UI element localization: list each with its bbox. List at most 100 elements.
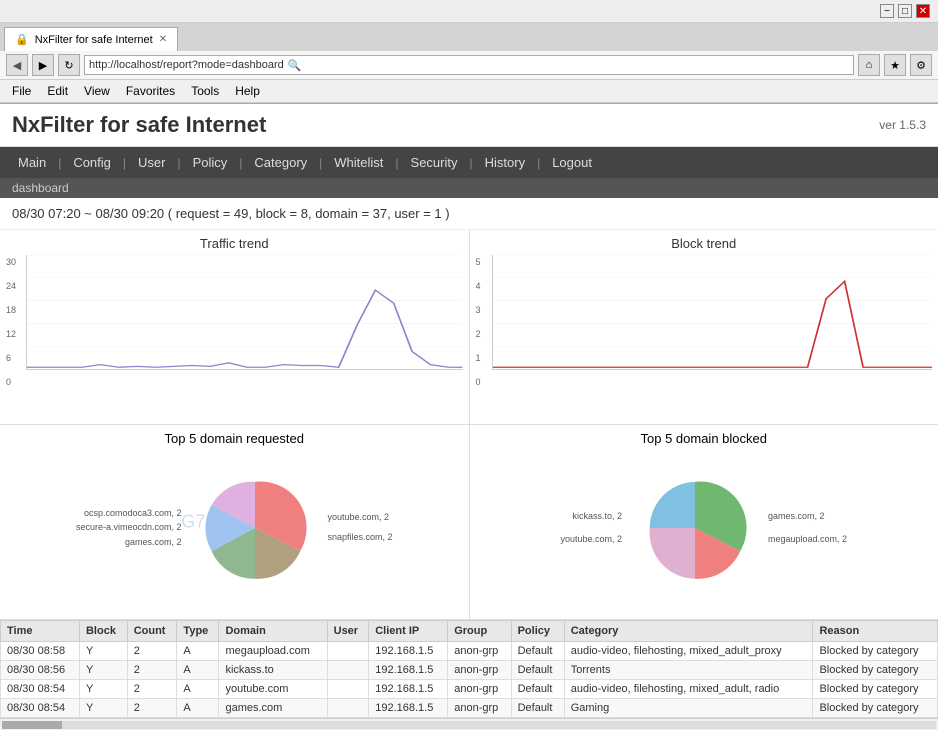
- traffic-chart-title: Traffic trend: [6, 236, 463, 251]
- table-cell: anon-grp: [448, 680, 511, 699]
- nav-logout[interactable]: Logout: [542, 147, 602, 178]
- table-cell: Blocked by category: [813, 661, 938, 680]
- block-y-5: 5: [476, 257, 490, 267]
- table-cell: [327, 699, 369, 718]
- col-category: Category: [564, 621, 813, 642]
- table-cell: [327, 680, 369, 699]
- pie-label-games: games.com, 2: [76, 535, 182, 549]
- nav-config[interactable]: Config: [63, 147, 121, 178]
- menu-help[interactable]: Help: [227, 82, 268, 100]
- table-cell: Blocked by category: [813, 680, 938, 699]
- menu-view[interactable]: View: [76, 82, 118, 100]
- block-chart-title: Block trend: [476, 236, 933, 251]
- menu-edit[interactable]: Edit: [39, 82, 76, 100]
- table-cell: anon-grp: [448, 699, 511, 718]
- address-text: http://localhost/report?mode=dashboard: [89, 59, 284, 71]
- traffic-x-labels: 07:25 07:30 07:35 07:40 07:45 07:50 07:5…: [26, 370, 463, 400]
- table-cell: Y: [79, 699, 127, 718]
- block-y-2: 2: [476, 329, 490, 339]
- menu-favorites[interactable]: Favorites: [118, 82, 183, 100]
- pie-label-youtube-blocked: youtube.com, 2: [560, 528, 622, 551]
- charts-row: Traffic trend 30 24 18 12 6 0: [0, 230, 938, 425]
- col-client-ip: Client IP: [369, 621, 448, 642]
- block-y-1: 1: [476, 353, 490, 363]
- table-cell: 08/30 08:54: [1, 699, 80, 718]
- top-domain-title: Top 5 domain requested: [6, 431, 463, 446]
- nav-security[interactable]: Security: [401, 147, 468, 178]
- table-cell: Y: [79, 680, 127, 699]
- block-y-0: 0: [476, 377, 490, 387]
- top-blocked-pie: [630, 468, 760, 588]
- table-cell: 192.168.1.5: [369, 680, 448, 699]
- table-cell: 08/30 08:56: [1, 661, 80, 680]
- table-cell: anon-grp: [448, 642, 511, 661]
- app-nav: Main | Config | User | Policy | Category…: [0, 147, 938, 178]
- home-button[interactable]: ⌂: [858, 54, 880, 76]
- settings-button[interactable]: ⚙: [910, 54, 932, 76]
- tab-favicon: 🔒: [15, 33, 29, 46]
- table-cell: 08/30 08:58: [1, 642, 80, 661]
- y-label-18: 18: [6, 305, 24, 315]
- y-label-30: 30: [6, 257, 24, 267]
- close-button[interactable]: ✕: [916, 4, 930, 18]
- forward-button[interactable]: ▶: [32, 54, 54, 76]
- table-cell: [327, 661, 369, 680]
- table-row: 08/30 08:54Y2Agames.com192.168.1.5anon-g…: [1, 699, 938, 718]
- app-subnav: dashboard: [0, 178, 938, 198]
- y-label-12: 12: [6, 329, 24, 339]
- col-type: Type: [177, 621, 219, 642]
- col-count: Count: [127, 621, 177, 642]
- table-cell: 192.168.1.5: [369, 661, 448, 680]
- nav-policy[interactable]: Policy: [183, 147, 238, 178]
- app-title: NxFilter for safe Internet: [12, 112, 266, 138]
- table-cell: 08/30 08:54: [1, 680, 80, 699]
- traffic-chart-svg: [26, 255, 463, 370]
- table-cell: audio-video, filehosting, mixed_adult_pr…: [564, 642, 813, 661]
- menu-file[interactable]: File: [4, 82, 39, 100]
- col-user: User: [327, 621, 369, 642]
- table-cell: Blocked by category: [813, 699, 938, 718]
- table-cell: Y: [79, 642, 127, 661]
- table-row: 08/30 08:56Y2Akickass.to192.168.1.5anon-…: [1, 661, 938, 680]
- maximize-button[interactable]: □: [898, 4, 912, 18]
- table-header-row: Time Block Count Type Domain User Client…: [1, 621, 938, 642]
- pie-label-secure-vimeo: secure-a.vimeocdn.com, 2: [76, 520, 182, 534]
- nav-category[interactable]: Category: [244, 147, 317, 178]
- menu-tools[interactable]: Tools: [183, 82, 227, 100]
- active-tab[interactable]: 🔒 NxFilter for safe Internet ✕: [4, 27, 178, 51]
- table-cell: A: [177, 680, 219, 699]
- nav-user[interactable]: User: [128, 147, 175, 178]
- tab-label: NxFilter for safe Internet: [35, 34, 153, 46]
- col-group: Group: [448, 621, 511, 642]
- nav-bar: ◀ ▶ ↻ http://localhost/report?mode=dashb…: [0, 51, 938, 80]
- favorites-button[interactable]: ★: [884, 54, 906, 76]
- nav-whitelist[interactable]: Whitelist: [324, 147, 393, 178]
- block-chart-svg: [492, 255, 933, 370]
- block-y-3: 3: [476, 305, 490, 315]
- top-blocked-panel: Top 5 domain blocked kickass.to, 2 youtu…: [470, 425, 938, 619]
- minimize-button[interactable]: −: [880, 4, 894, 18]
- app-header: NxFilter for safe Internet ver 1.5.3: [0, 104, 938, 147]
- nav-main[interactable]: Main: [8, 147, 56, 178]
- top-domain-pie: [190, 468, 320, 588]
- scrollbar-thumb[interactable]: [2, 721, 62, 729]
- stats-text: 08/30 07:20 ~ 08/30 09:20 ( request = 49…: [12, 206, 450, 221]
- table-cell: Default: [511, 661, 564, 680]
- table-body: 08/30 08:58Y2Amegaupload.com192.168.1.5a…: [1, 642, 938, 718]
- pie-label-youtube: youtube.com, 2: [328, 508, 393, 528]
- col-policy: Policy: [511, 621, 564, 642]
- table-cell: Blocked by category: [813, 642, 938, 661]
- window-controls: − □ ✕: [880, 4, 930, 18]
- app-version: ver 1.5.3: [879, 118, 926, 132]
- top-domain-panel: Top 5 domain requested G7SnapFilter ocsp…: [0, 425, 470, 619]
- back-button[interactable]: ◀: [6, 54, 28, 76]
- table-cell: A: [177, 699, 219, 718]
- col-block: Block: [79, 621, 127, 642]
- pie-label-games-blocked: games.com, 2: [768, 505, 847, 528]
- refresh-button[interactable]: ↻: [58, 54, 80, 76]
- nav-history[interactable]: History: [475, 147, 535, 178]
- tab-close-button[interactable]: ✕: [159, 34, 167, 45]
- table-cell: audio-video, filehosting, mixed_adult, r…: [564, 680, 813, 699]
- address-bar[interactable]: http://localhost/report?mode=dashboard 🔍: [84, 55, 854, 75]
- table-cell: A: [177, 661, 219, 680]
